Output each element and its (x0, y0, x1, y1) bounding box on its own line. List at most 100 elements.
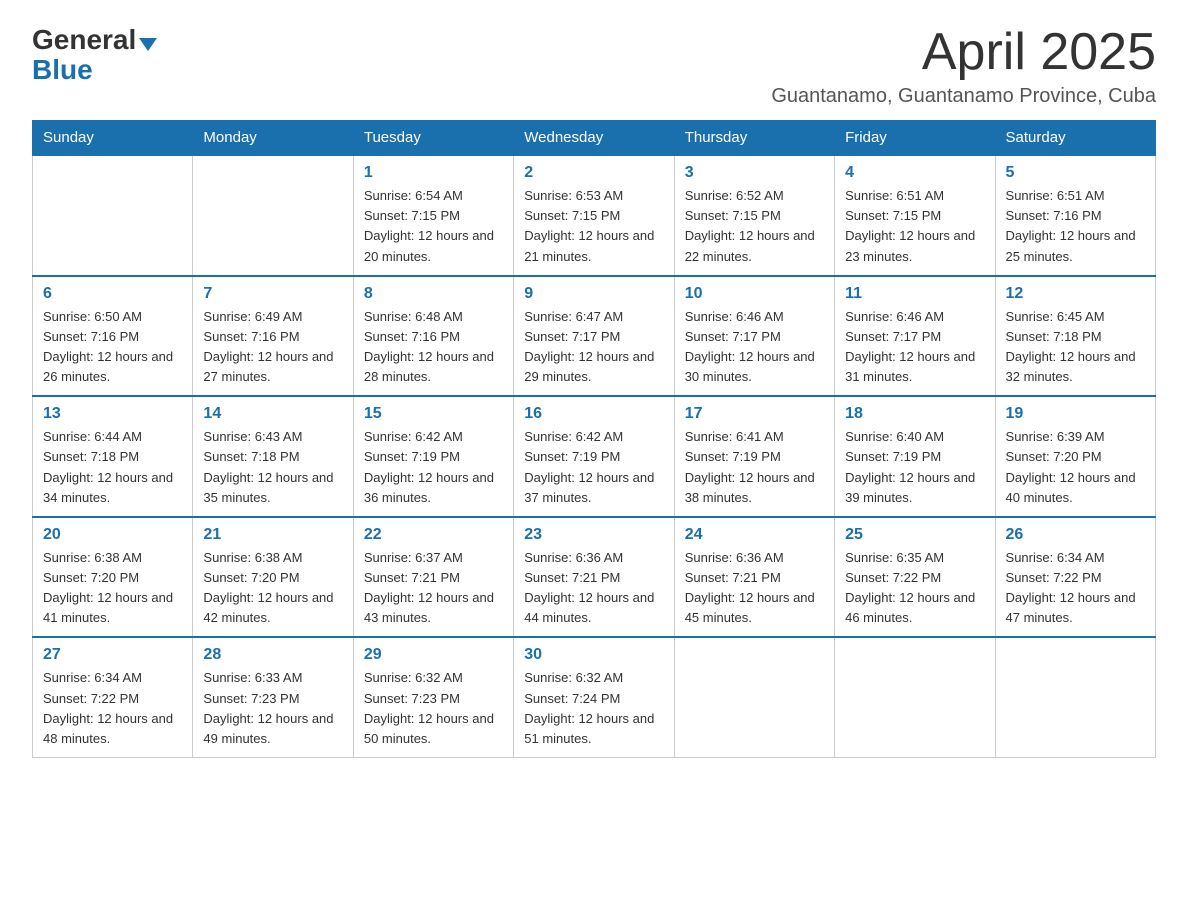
calendar-cell: 2 Sunrise: 6:53 AMSunset: 7:15 PMDaylight… (514, 155, 674, 276)
day-detail: Sunrise: 6:32 AMSunset: 7:23 PMDaylight:… (364, 668, 503, 749)
day-number: 8 (364, 285, 503, 303)
calendar-cell (193, 155, 353, 276)
day-detail: Sunrise: 6:42 AMSunset: 7:19 PMDaylight:… (524, 427, 663, 508)
day-number: 9 (524, 285, 663, 303)
calendar-cell: 6 Sunrise: 6:50 AMSunset: 7:16 PMDaylight… (33, 276, 193, 397)
header-wednesday: Wednesday (514, 121, 674, 156)
day-number: 25 (845, 526, 984, 544)
day-number: 12 (1006, 285, 1145, 303)
day-detail: Sunrise: 6:48 AMSunset: 7:16 PMDaylight:… (364, 307, 503, 388)
day-number: 11 (845, 285, 984, 303)
calendar-cell: 23 Sunrise: 6:36 AMSunset: 7:21 PMDayligh… (514, 517, 674, 638)
day-number: 28 (203, 646, 342, 664)
calendar-cell: 28 Sunrise: 6:33 AMSunset: 7:23 PMDayligh… (193, 637, 353, 757)
week-row-4: 20 Sunrise: 6:38 AMSunset: 7:20 PMDayligh… (33, 517, 1156, 638)
day-detail: Sunrise: 6:50 AMSunset: 7:16 PMDaylight:… (43, 307, 182, 388)
day-detail: Sunrise: 6:49 AMSunset: 7:16 PMDaylight:… (203, 307, 342, 388)
day-detail: Sunrise: 6:34 AMSunset: 7:22 PMDaylight:… (1006, 548, 1145, 629)
day-detail: Sunrise: 6:52 AMSunset: 7:15 PMDaylight:… (685, 186, 824, 267)
calendar-cell: 19Sunrise: 6:39 AMSunset: 7:20 PMDayligh… (995, 396, 1155, 517)
day-detail: Sunrise: 6:33 AMSunset: 7:23 PMDaylight:… (203, 668, 342, 749)
page-header: General Blue April 2025 Guantanamo, Guan… (32, 24, 1156, 108)
header-tuesday: Tuesday (353, 121, 513, 156)
logo-triangle-icon (139, 38, 157, 51)
calendar-cell: 16 Sunrise: 6:42 AMSunset: 7:19 PMDayligh… (514, 396, 674, 517)
header-friday: Friday (835, 121, 995, 156)
calendar-cell (835, 637, 995, 757)
header-saturday: Saturday (995, 121, 1155, 156)
calendar-cell: 18 Sunrise: 6:40 AMSunset: 7:19 PMDayligh… (835, 396, 995, 517)
day-detail: Sunrise: 6:46 AMSunset: 7:17 PMDaylight:… (845, 307, 984, 388)
calendar-cell: 12 Sunrise: 6:45 AMSunset: 7:18 PMDayligh… (995, 276, 1155, 397)
day-detail: Sunrise: 6:36 AMSunset: 7:21 PMDaylight:… (524, 548, 663, 629)
calendar-cell: 8 Sunrise: 6:48 AMSunset: 7:16 PMDaylight… (353, 276, 513, 397)
week-row-3: 13 Sunrise: 6:44 AMSunset: 7:18 PMDayligh… (33, 396, 1156, 517)
calendar-cell: 29 Sunrise: 6:32 AMSunset: 7:23 PMDayligh… (353, 637, 513, 757)
month-title: April 2025 (771, 24, 1156, 81)
calendar-cell: 10Sunrise: 6:46 AMSunset: 7:17 PMDayligh… (674, 276, 834, 397)
day-detail: Sunrise: 6:37 AMSunset: 7:21 PMDaylight:… (364, 548, 503, 629)
day-detail: Sunrise: 6:40 AMSunset: 7:19 PMDaylight:… (845, 427, 984, 508)
day-number: 18 (845, 405, 984, 423)
day-detail: Sunrise: 6:47 AMSunset: 7:17 PMDaylight:… (524, 307, 663, 388)
day-detail: Sunrise: 6:51 AMSunset: 7:16 PMDaylight:… (1006, 186, 1145, 267)
day-detail: Sunrise: 6:38 AMSunset: 7:20 PMDaylight:… (203, 548, 342, 629)
day-detail: Sunrise: 6:36 AMSunset: 7:21 PMDaylight:… (685, 548, 824, 629)
calendar-cell: 9 Sunrise: 6:47 AMSunset: 7:17 PMDaylight… (514, 276, 674, 397)
day-number: 20 (43, 526, 182, 544)
calendar-cell: 20 Sunrise: 6:38 AMSunset: 7:20 PMDayligh… (33, 517, 193, 638)
day-detail: Sunrise: 6:32 AMSunset: 7:24 PMDaylight:… (524, 668, 663, 749)
title-block: April 2025 Guantanamo, Guantanamo Provin… (771, 24, 1156, 108)
day-number: 26 (1006, 526, 1145, 544)
week-row-2: 6 Sunrise: 6:50 AMSunset: 7:16 PMDaylight… (33, 276, 1156, 397)
day-number: 27 (43, 646, 182, 664)
day-number: 17 (685, 405, 824, 423)
calendar-cell (33, 155, 193, 276)
week-row-1: 1 Sunrise: 6:54 AMSunset: 7:15 PMDaylight… (33, 155, 1156, 276)
calendar-cell: 17Sunrise: 6:41 AMSunset: 7:19 PMDayligh… (674, 396, 834, 517)
day-number: 29 (364, 646, 503, 664)
day-number: 7 (203, 285, 342, 303)
calendar-cell: 27Sunrise: 6:34 AMSunset: 7:22 PMDayligh… (33, 637, 193, 757)
day-detail: Sunrise: 6:45 AMSunset: 7:18 PMDaylight:… (1006, 307, 1145, 388)
header-monday: Monday (193, 121, 353, 156)
day-detail: Sunrise: 6:43 AMSunset: 7:18 PMDaylight:… (203, 427, 342, 508)
calendar-cell: 4 Sunrise: 6:51 AMSunset: 7:15 PMDaylight… (835, 155, 995, 276)
day-number: 3 (685, 164, 824, 182)
day-detail: Sunrise: 6:44 AMSunset: 7:18 PMDaylight:… (43, 427, 182, 508)
calendar-cell: 22 Sunrise: 6:37 AMSunset: 7:21 PMDayligh… (353, 517, 513, 638)
day-number: 14 (203, 405, 342, 423)
header-sunday: Sunday (33, 121, 193, 156)
week-row-5: 27Sunrise: 6:34 AMSunset: 7:22 PMDayligh… (33, 637, 1156, 757)
day-number: 2 (524, 164, 663, 182)
day-number: 22 (364, 526, 503, 544)
calendar-table: Sunday Monday Tuesday Wednesday Thursday… (32, 120, 1156, 758)
day-number: 6 (43, 285, 182, 303)
logo: General Blue (32, 24, 157, 86)
day-detail: Sunrise: 6:54 AMSunset: 7:15 PMDaylight:… (364, 186, 503, 267)
day-number: 13 (43, 405, 182, 423)
calendar-cell: 13 Sunrise: 6:44 AMSunset: 7:18 PMDayligh… (33, 396, 193, 517)
day-number: 24 (685, 526, 824, 544)
calendar-cell: 11 Sunrise: 6:46 AMSunset: 7:17 PMDayligh… (835, 276, 995, 397)
weekday-header-row: Sunday Monday Tuesday Wednesday Thursday… (33, 121, 1156, 156)
day-number: 16 (524, 405, 663, 423)
location-subtitle: Guantanamo, Guantanamo Province, Cuba (771, 85, 1156, 108)
day-number: 4 (845, 164, 984, 182)
day-detail: Sunrise: 6:51 AMSunset: 7:15 PMDaylight:… (845, 186, 984, 267)
day-detail: Sunrise: 6:53 AMSunset: 7:15 PMDaylight:… (524, 186, 663, 267)
calendar-cell: 15 Sunrise: 6:42 AMSunset: 7:19 PMDayligh… (353, 396, 513, 517)
day-number: 23 (524, 526, 663, 544)
calendar-cell: 7 Sunrise: 6:49 AMSunset: 7:16 PMDaylight… (193, 276, 353, 397)
calendar-cell: 3 Sunrise: 6:52 AMSunset: 7:15 PMDaylight… (674, 155, 834, 276)
calendar-cell: 1 Sunrise: 6:54 AMSunset: 7:15 PMDaylight… (353, 155, 513, 276)
header-thursday: Thursday (674, 121, 834, 156)
day-number: 15 (364, 405, 503, 423)
day-detail: Sunrise: 6:46 AMSunset: 7:17 PMDaylight:… (685, 307, 824, 388)
calendar-cell: 21Sunrise: 6:38 AMSunset: 7:20 PMDayligh… (193, 517, 353, 638)
day-number: 1 (364, 164, 503, 182)
calendar-cell: 14 Sunrise: 6:43 AMSunset: 7:18 PMDayligh… (193, 396, 353, 517)
day-detail: Sunrise: 6:42 AMSunset: 7:19 PMDaylight:… (364, 427, 503, 508)
day-detail: Sunrise: 6:38 AMSunset: 7:20 PMDaylight:… (43, 548, 182, 629)
calendar-cell (995, 637, 1155, 757)
